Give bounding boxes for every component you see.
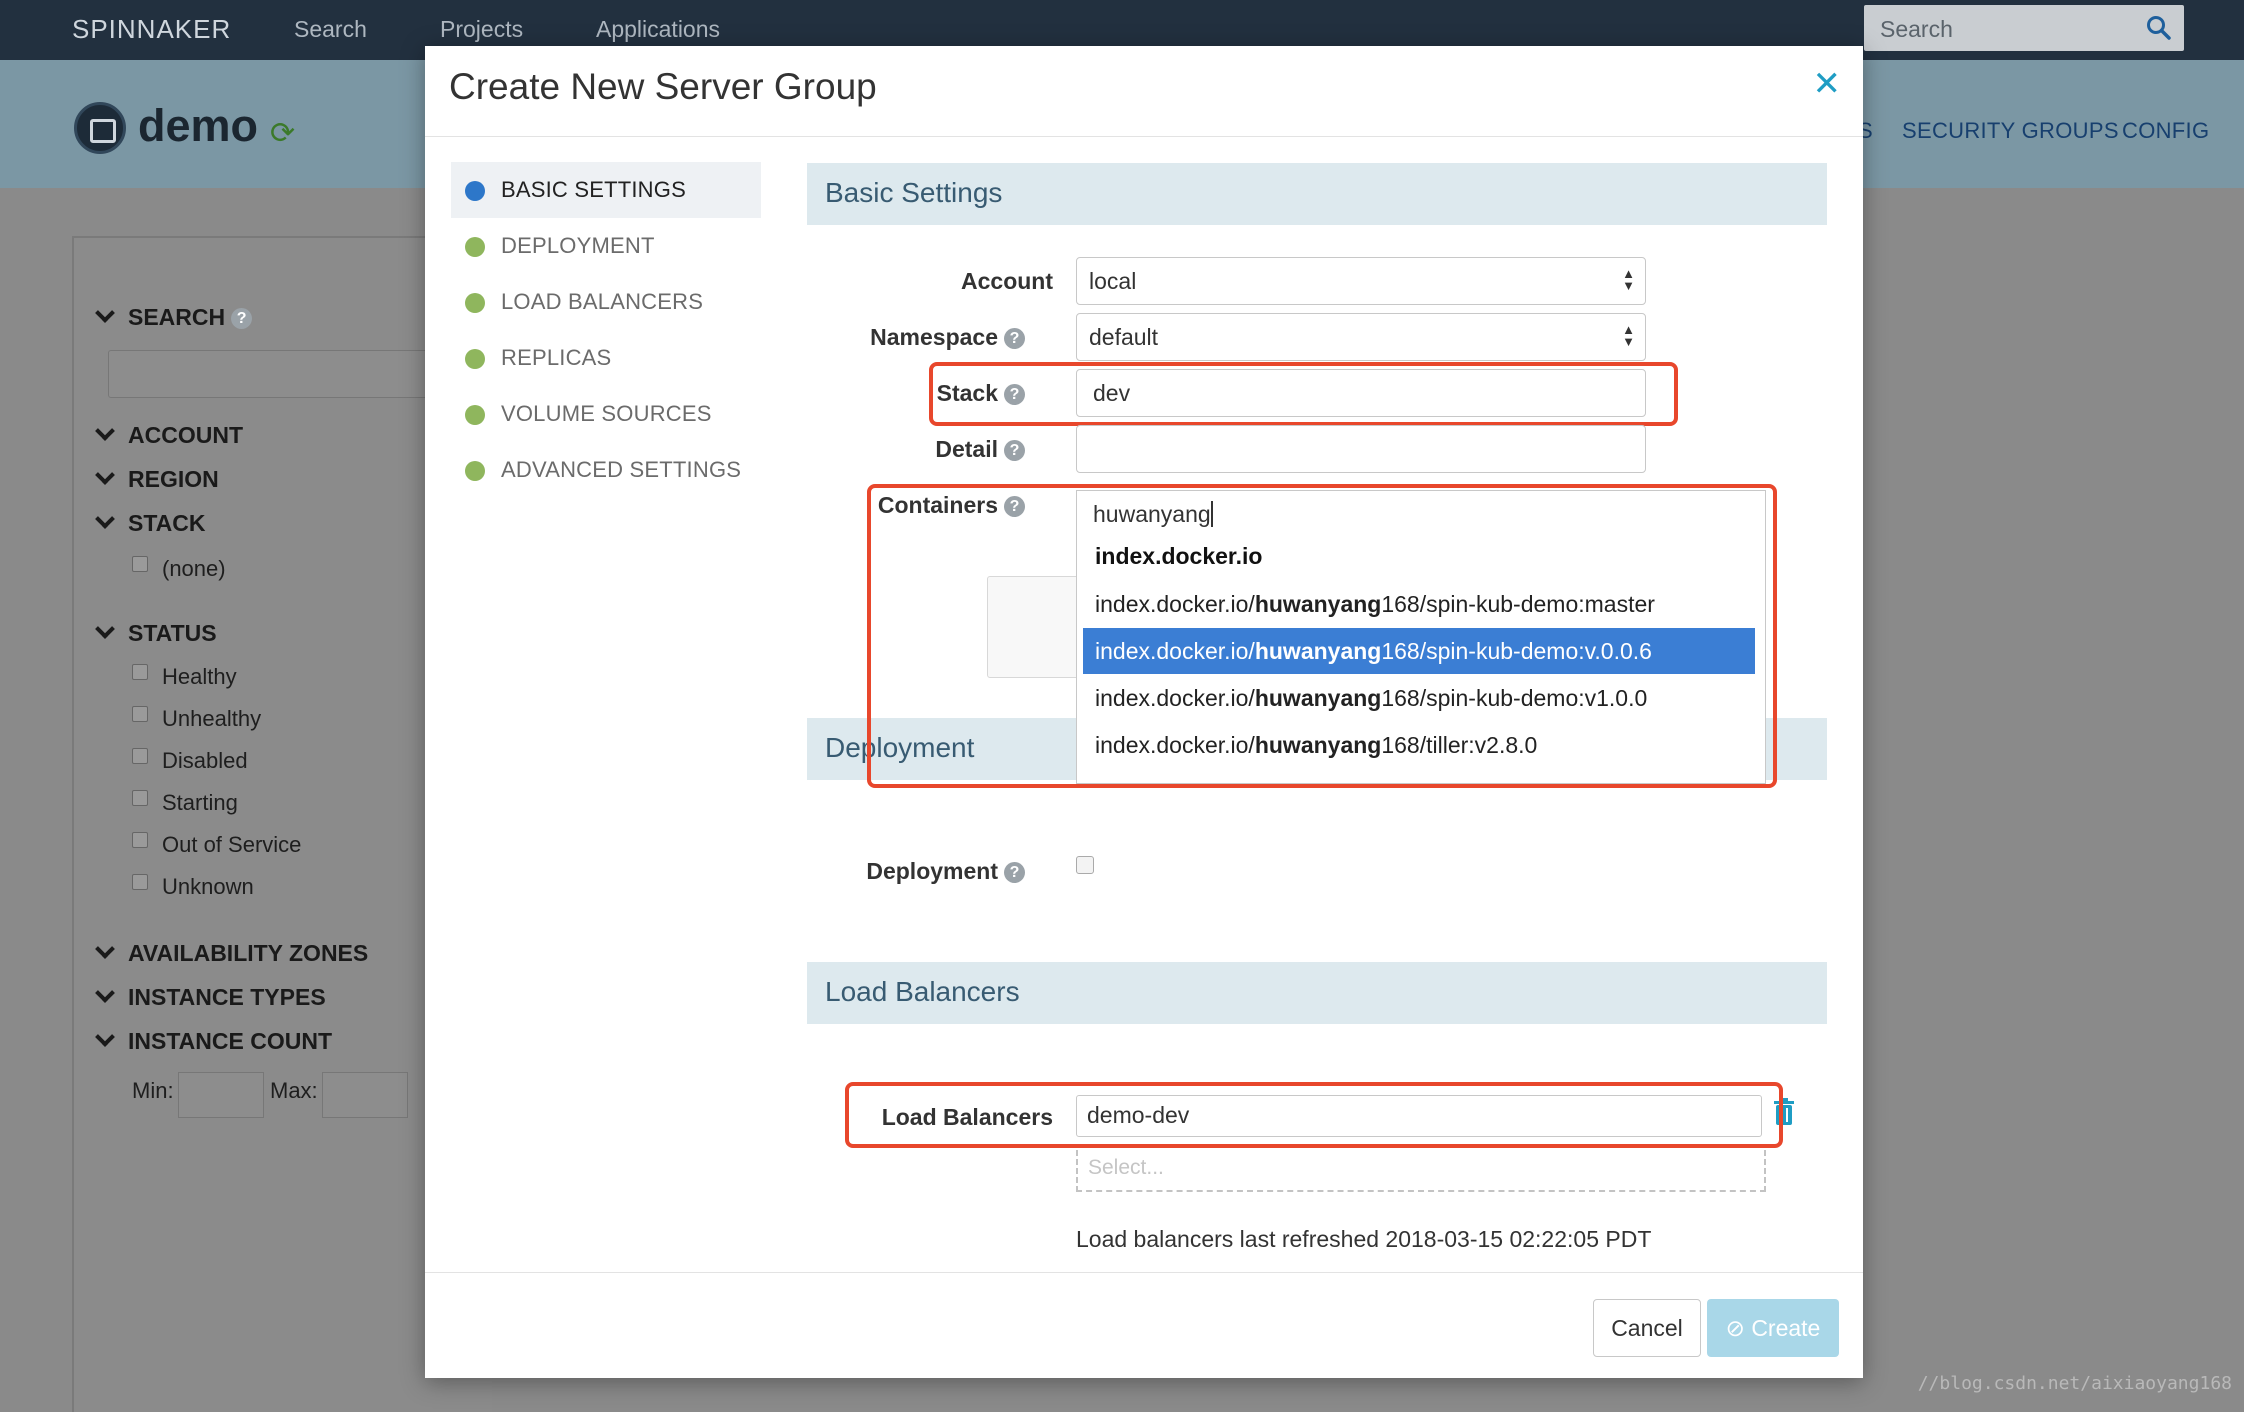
detail-label: Detail? [765,436,1025,463]
account-select[interactable]: local ▲ ▼ [1076,257,1646,305]
select-arrows-icon: ▲ ▼ [1622,266,1635,293]
modal-title: Create New Server Group [449,66,877,107]
wizard-nav-deployment[interactable]: DEPLOYMENT [451,218,761,274]
cancel-button[interactable]: Cancel [1593,1299,1701,1357]
status-dot-icon [465,293,485,313]
nav-link-projects[interactable]: Projects [440,16,523,43]
max-label: Max: [270,1078,318,1103]
wizard-nav-advanced-settings[interactable]: ADVANCED SETTINGS [451,442,761,498]
detail-input[interactable] [1076,425,1646,473]
watermark: //blog.csdn.net/aixiaoyang168 [1917,1373,2232,1394]
chevron-down-icon [95,1027,115,1047]
filter-section-region[interactable]: REGION [95,465,219,493]
load-balancers-refreshed-text: Load balancers last refreshed 2018-03-15… [1076,1226,1652,1252]
highlight-box [845,1082,1783,1148]
min-label: Min: [132,1078,174,1103]
checkbox[interactable] [132,790,148,806]
deployment-checkbox[interactable] [1076,856,1094,874]
filter-status-disabled[interactable]: Disabled [132,748,248,774]
create-server-group-modal: Create New Server Group ✕ BASIC SETTINGS… [425,46,1863,1378]
header-divider [425,136,1863,137]
filter-status-healthy[interactable]: Healthy [132,664,237,690]
status-dot-icon [465,349,485,369]
filter-status-unhealthy[interactable]: Unhealthy [132,706,261,732]
wizard-nav-basic-settings[interactable]: BASIC SETTINGS [451,162,761,218]
nav-link-applications[interactable]: Applications [596,16,720,43]
load-balancers-select[interactable]: Select... [1076,1150,1766,1192]
filter-section-status[interactable]: STATUS [95,619,217,647]
tab-security-groups[interactable]: SECURITY GROUPS [1902,118,2119,144]
wizard-nav-volume-sources[interactable]: VOLUME SOURCES [451,386,761,442]
status-dot-icon [465,405,485,425]
namespace-label: Namespace? [765,324,1025,351]
chevron-down-icon [95,303,115,323]
help-icon[interactable]: ? [231,308,253,329]
chevron-down-icon [95,939,115,959]
namespace-select[interactable]: default ▲ ▼ [1076,313,1646,361]
section-header-load-balancers: Load Balancers [807,962,1827,1024]
global-search-input[interactable]: Search [1864,5,2184,51]
search-icon[interactable] [2146,15,2172,46]
chevron-down-icon [95,421,115,441]
filter-section-instance-count[interactable]: INSTANCE COUNT [95,1027,332,1055]
wizard-nav-load-balancers[interactable]: LOAD BALANCERS [451,274,761,330]
close-icon[interactable]: ✕ [1813,64,1842,104]
chevron-down-icon [95,619,115,639]
refresh-icon[interactable]: ⟳ [270,116,295,151]
checkbox[interactable] [132,874,148,890]
checkbox[interactable] [132,706,148,722]
checkbox[interactable] [132,832,148,848]
search-placeholder: Search [1880,16,1953,42]
chevron-down-icon [95,983,115,1003]
status-dot-icon [465,237,485,257]
min-input[interactable] [178,1072,264,1118]
brand-logo[interactable]: SPINNAKER [72,14,231,45]
section-header-basic-settings: Basic Settings [807,163,1827,225]
deployment-label: Deployment? [765,858,1025,885]
chevron-down-icon [95,465,115,485]
status-dot-icon [465,181,485,201]
account-label: Account [961,268,1053,294]
filter-stack-none[interactable]: (none) [132,556,226,582]
chevron-down-icon [95,509,115,529]
status-dot-icon [465,461,485,481]
highlight-box [867,484,1777,788]
check-circle-icon: ⊘ [1725,1315,1745,1341]
filter-section-search[interactable]: SEARCH? [95,303,253,331]
filter-status-starting[interactable]: Starting [132,790,238,816]
checkbox[interactable] [132,556,148,572]
filter-status-unknown[interactable]: Unknown [132,874,254,900]
footer-divider [425,1272,1863,1273]
application-name: demo [138,100,259,151]
nav-link-search[interactable]: Search [294,16,367,43]
filter-status-out-of-service[interactable]: Out of Service [132,832,301,858]
filter-section-account[interactable]: ACCOUNT [95,421,243,449]
help-icon[interactable]: ? [1004,328,1025,349]
select-arrows-icon: ▲ ▼ [1622,322,1635,349]
help-icon[interactable]: ? [1004,862,1025,883]
highlight-box [929,362,1678,426]
tab-config[interactable]: CONFIG [2122,118,2209,144]
filter-section-instance-types[interactable]: INSTANCE TYPES [95,983,326,1011]
checkbox[interactable] [132,748,148,764]
max-input[interactable] [322,1072,408,1118]
filter-section-stack[interactable]: STACK [95,509,206,537]
help-icon[interactable]: ? [1004,440,1025,461]
filter-section-availability-zones[interactable]: AVAILABILITY ZONES [95,939,368,967]
create-button[interactable]: ⊘ Create [1707,1299,1839,1357]
wizard-nav: BASIC SETTINGS DEPLOYMENT LOAD BALANCERS… [451,162,761,498]
checkbox[interactable] [132,664,148,680]
wizard-nav-replicas[interactable]: REPLICAS [451,330,761,386]
application-icon [74,102,126,154]
